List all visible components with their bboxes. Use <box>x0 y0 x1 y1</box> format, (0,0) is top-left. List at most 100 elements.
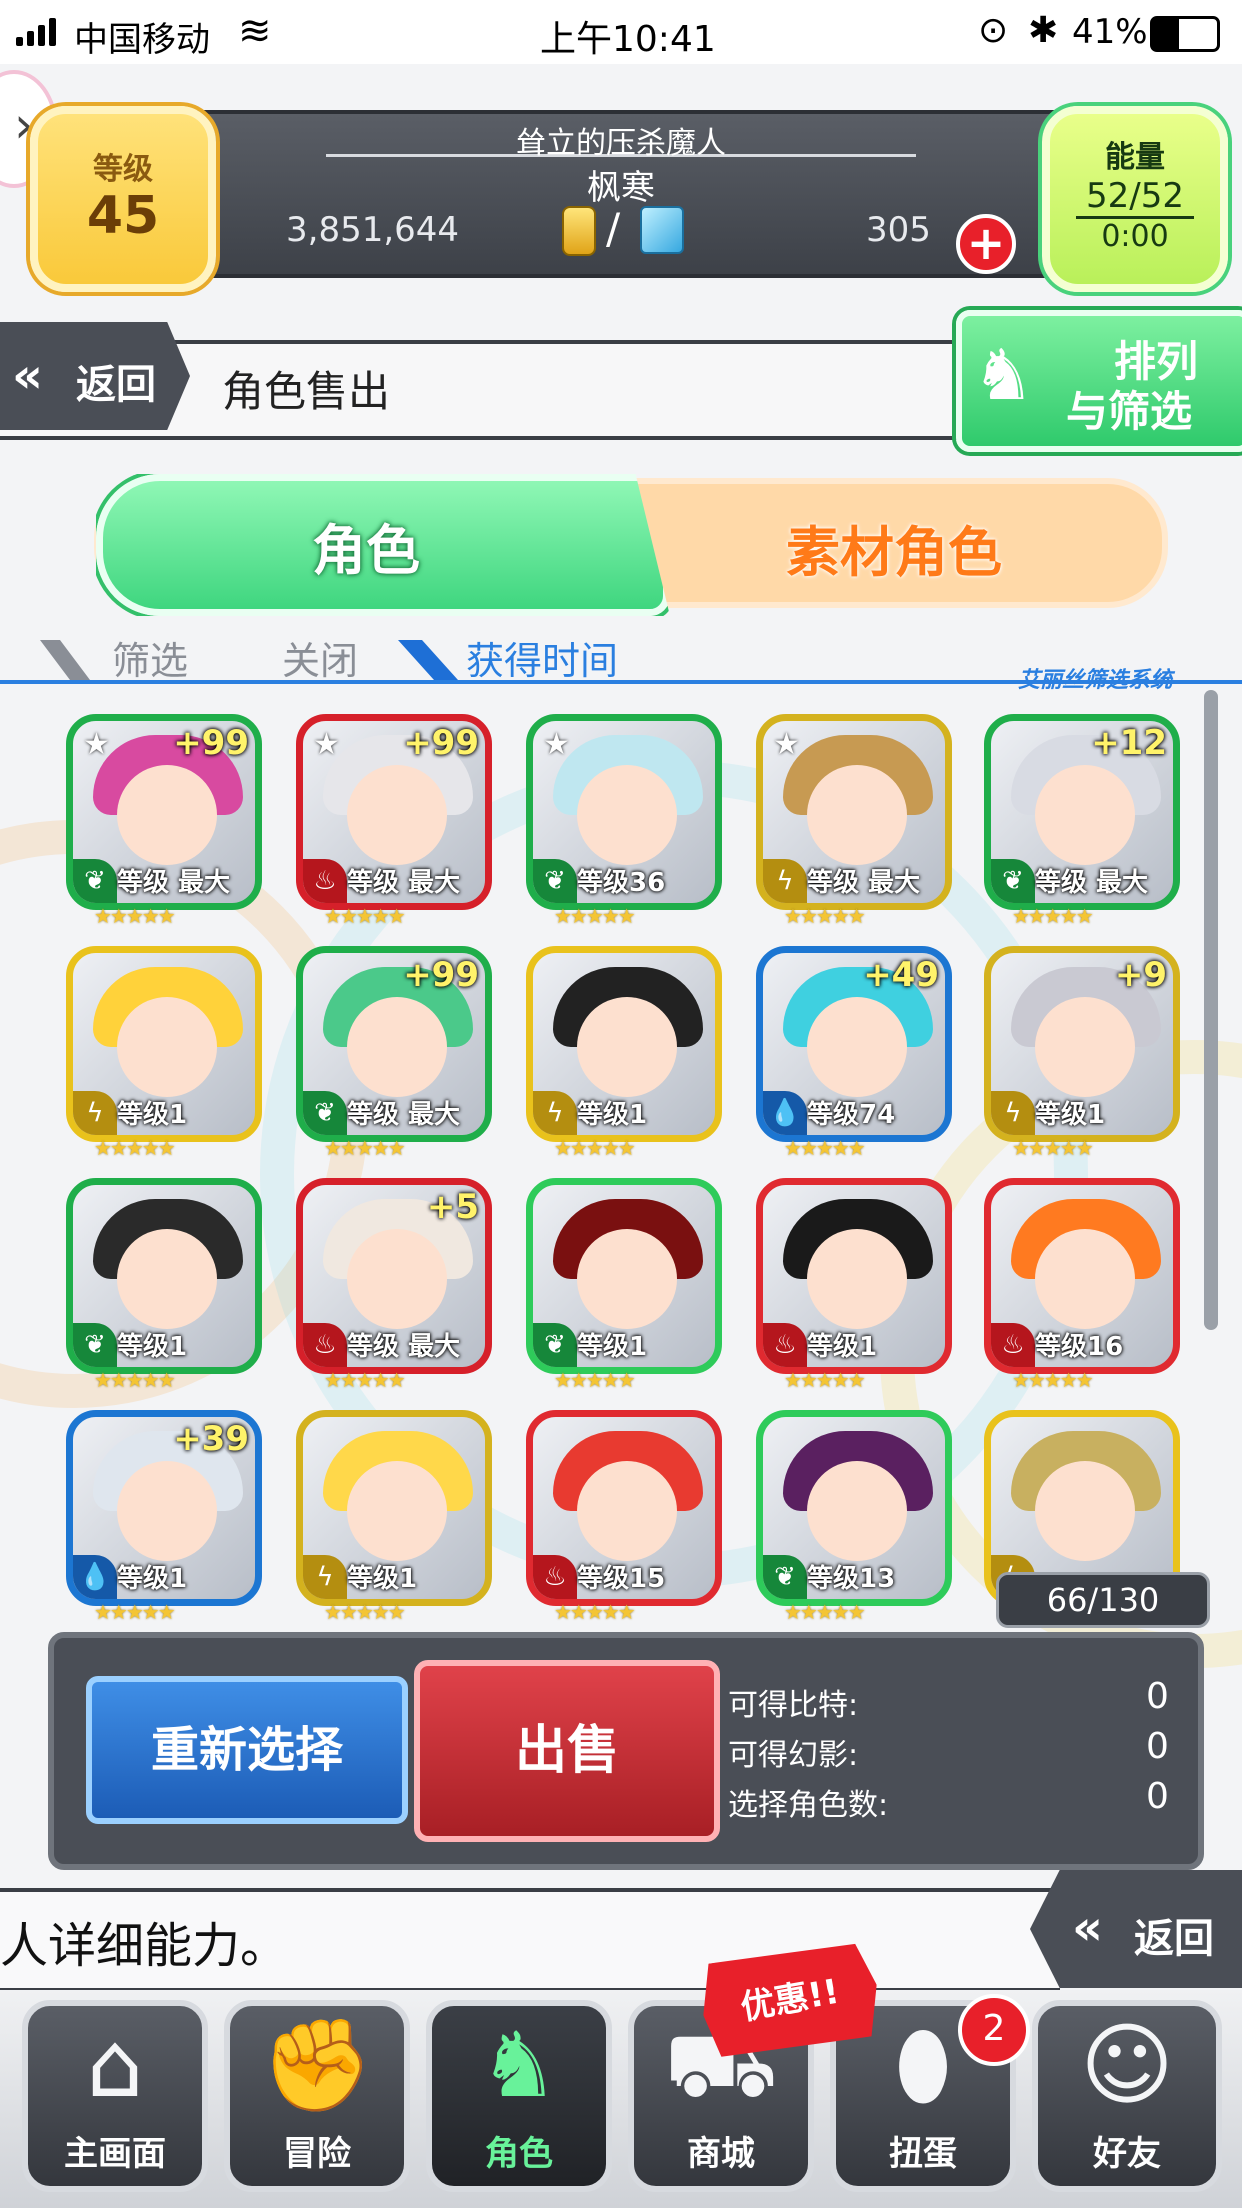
character-card[interactable]: +12 ❦ 等级 最大 <box>984 714 1180 910</box>
character-level: 等级 最大 <box>347 868 461 898</box>
plus-value: +9 <box>1114 955 1167 995</box>
character-face <box>807 997 907 1097</box>
nav-home[interactable]: ⌂ 主画面 <box>22 2000 208 2192</box>
selected-count-value: 0 <box>1146 1776 1169 1817</box>
character-card[interactable]: ♨ 等级16 <box>984 1178 1180 1374</box>
favorite-star-icon: ★ <box>313 727 340 762</box>
energy-badge[interactable]: 能量 52/52 0:00 <box>1042 106 1228 292</box>
bluetooth-icon: ✱ <box>1028 10 1059 51</box>
character-card[interactable]: ★ +99 ♨ 等级 最大 <box>296 714 492 910</box>
message-text: 人详细能力。 <box>0 1918 289 1974</box>
character-card[interactable]: ♨ 等级15 <box>526 1410 722 1606</box>
rotation-lock-icon: ⊙ <box>978 10 1009 51</box>
character-face <box>1035 1461 1135 1561</box>
handshake-icon: ✊ <box>260 2013 374 2118</box>
sort-order[interactable]: 获得时间 <box>466 630 618 685</box>
character-face <box>577 1229 677 1329</box>
character-face <box>347 1461 447 1561</box>
bits-value: 0 <box>1146 1676 1169 1717</box>
sort-filter-button[interactable]: ♞ 排列 与筛选 <box>956 310 1242 452</box>
double-chevron-left-icon: « <box>12 348 44 404</box>
rarity-stars: ★★★★★ <box>324 1600 406 1624</box>
character-card[interactable]: ❦ 等级1 <box>66 1178 262 1374</box>
character-card[interactable]: ♨ 等级1 <box>756 1178 952 1374</box>
fire-element-icon: ♨ <box>303 1323 347 1367</box>
tab-characters-label: 角色 <box>312 519 420 582</box>
character-card[interactable]: +5 ♨ 等级 最大 <box>296 1178 492 1374</box>
character-face <box>807 765 907 865</box>
nav-friends-label: 好友 <box>1093 2134 1161 2174</box>
level-label: 等级 <box>93 152 153 187</box>
rarity-stars: ★★★★★ <box>324 1368 406 1392</box>
sell-button[interactable]: 出售 <box>414 1660 720 1842</box>
character-level: 等级16 <box>1035 1332 1124 1362</box>
rarity-stars: ★★★★★ <box>554 904 636 928</box>
character-card[interactable]: +39 💧 等级1 <box>66 1410 262 1606</box>
nav-friends[interactable]: ☺ 好友 <box>1032 2000 1222 2192</box>
scrollbar[interactable] <box>1204 690 1218 1330</box>
nav-adventure[interactable]: ✊ 冒险 <box>224 2000 410 2192</box>
rarity-stars: ★★★★★ <box>94 1368 176 1392</box>
currency-separator: / <box>606 204 621 253</box>
fire-element-icon: ♨ <box>991 1323 1035 1367</box>
light-element-icon: ϟ <box>991 1091 1035 1135</box>
character-card[interactable]: +99 ❦ 等级 最大 <box>296 946 492 1142</box>
character-level: 等级74 <box>807 1100 896 1130</box>
rabbit-icon: ♞ <box>972 334 1035 416</box>
gem-icon <box>640 206 684 254</box>
character-face <box>347 1229 447 1329</box>
add-gems-button[interactable]: + <box>956 214 1016 274</box>
character-card[interactable]: ϟ 等级1 <box>296 1410 492 1606</box>
filter-value[interactable]: 关闭 <box>282 630 358 685</box>
rarity-stars: ★★★★★ <box>784 1368 866 1392</box>
character-card[interactable]: +9 ϟ 等级1 <box>984 946 1180 1142</box>
rarity-stars: ★★★★★ <box>94 1136 176 1160</box>
character-card[interactable]: ★ ❦ 等级36 <box>526 714 722 910</box>
character-card[interactable]: ❦ 等级1 <box>526 1178 722 1374</box>
nav-adventure-label: 冒险 <box>283 2134 351 2174</box>
character-level: 等级1 <box>347 1564 418 1594</box>
fire-element-icon: ♨ <box>763 1323 807 1367</box>
nav-characters[interactable]: ♞ 角色 <box>426 2000 612 2192</box>
character-level: 等级1 <box>577 1100 648 1130</box>
character-face <box>807 1229 907 1329</box>
back-button[interactable]: « 返回 <box>0 322 190 430</box>
box-count: 66/130 <box>996 1572 1210 1628</box>
tab-material-characters[interactable]: 素材角色 <box>786 508 1002 587</box>
wood-element-icon: ❦ <box>303 1091 347 1135</box>
character-card[interactable]: ϟ 等级1 <box>526 946 722 1142</box>
character-card[interactable]: ❦ 等级13 <box>756 1410 952 1606</box>
favorite-star-icon: ★ <box>83 727 110 762</box>
fire-element-icon: ♨ <box>303 859 347 903</box>
wood-element-icon: ❦ <box>991 859 1035 903</box>
filter-system-label: 艾丽丝筛选系统 <box>1018 668 1173 693</box>
friends-icon: ☺ <box>1080 2013 1174 2118</box>
character-face <box>577 997 677 1097</box>
plus-value: +12 <box>1091 723 1167 763</box>
character-card[interactable]: ★ +99 ❦ 等级 最大 <box>66 714 262 910</box>
rarity-stars: ★★★★★ <box>784 1136 866 1160</box>
selected-count-label: 选择角色数: <box>728 1788 889 1823</box>
wifi-icon: ≋ <box>238 8 272 54</box>
status-bar: 中国移动 ≋ 上午10:41 ⊙ ✱ 41% <box>0 0 1242 64</box>
character-face <box>577 1461 677 1561</box>
filter-label[interactable]: 筛选 <box>112 630 188 685</box>
character-level: 等级36 <box>577 868 666 898</box>
energy-label: 能量 <box>1105 140 1165 175</box>
home-icon: ⌂ <box>86 2013 144 2118</box>
gacha-notification-badge: 2 <box>958 1994 1030 2066</box>
rarity-stars: ★★★★★ <box>94 1600 176 1624</box>
plus-value: +99 <box>173 723 249 763</box>
character-card[interactable]: ★ ϟ 等级 最大 <box>756 714 952 910</box>
plus-value: +49 <box>863 955 939 995</box>
reselect-button[interactable]: 重新选择 <box>86 1676 408 1824</box>
back-button-bottom[interactable]: « 返回 <box>1030 1870 1242 1988</box>
battery-icon <box>1150 16 1220 52</box>
rarity-stars: ★★★★★ <box>554 1600 636 1624</box>
coin-icon <box>562 206 596 256</box>
character-face <box>1035 1229 1135 1329</box>
character-card[interactable]: ϟ 等级1 <box>66 946 262 1142</box>
rarity-stars: ★★★★★ <box>784 1600 866 1624</box>
character-card[interactable]: +49 💧 等级74 <box>756 946 952 1142</box>
character-level: 等级 最大 <box>347 1332 461 1362</box>
